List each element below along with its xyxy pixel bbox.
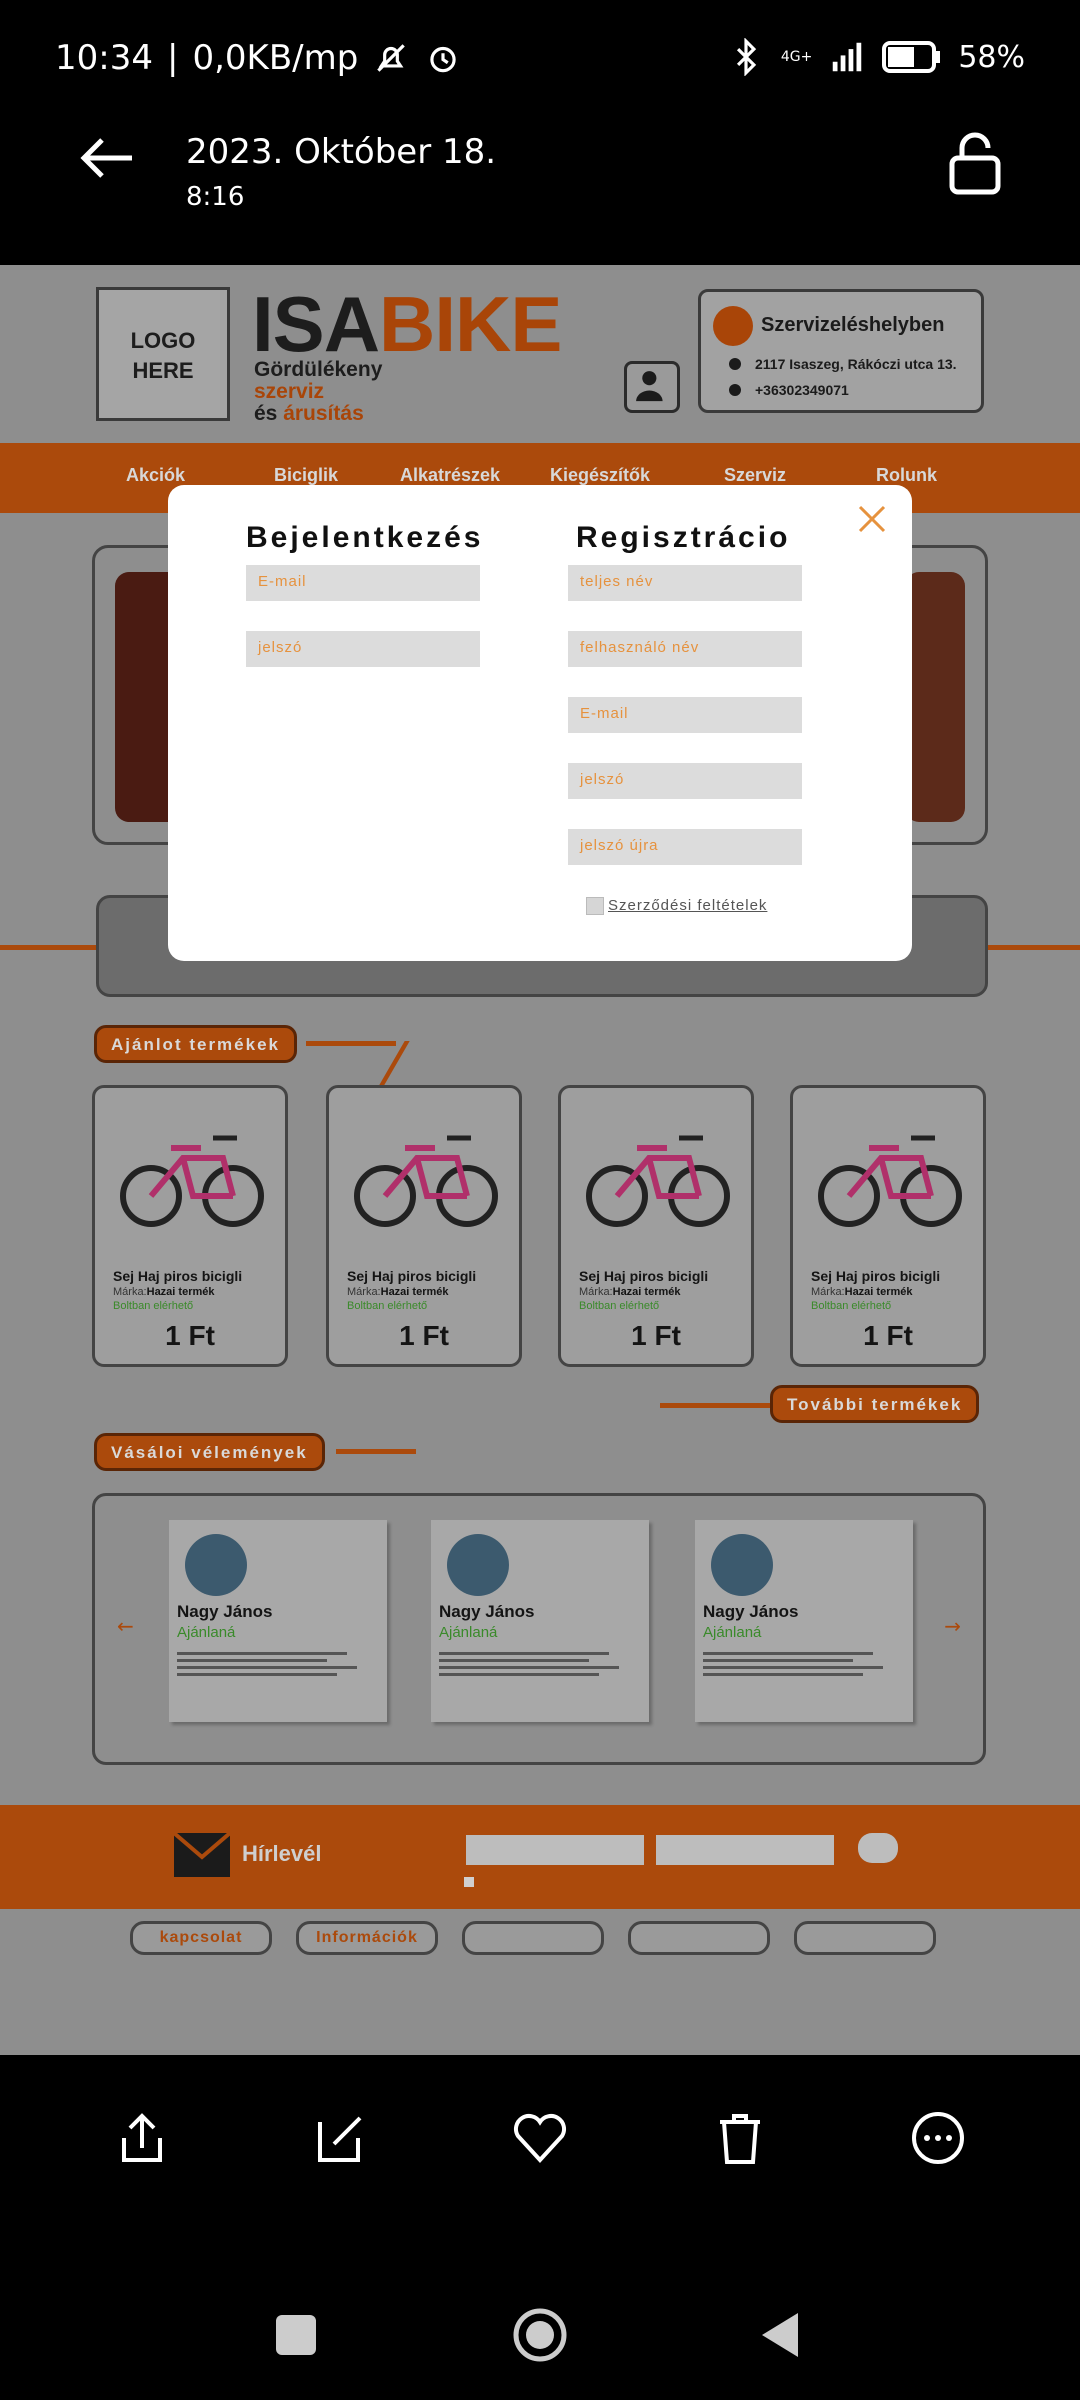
network-type: 4G+ — [780, 49, 813, 65]
favorite-heart-icon[interactable] — [510, 2108, 570, 2168]
home-circle-icon[interactable] — [510, 2305, 570, 2365]
status-left: 10:34 | 0,0KB/mp — [55, 38, 462, 78]
share-icon[interactable] — [112, 2108, 172, 2168]
viewer-header — [0, 100, 1080, 265]
muted-bell-icon — [377, 44, 406, 72]
back-triangle-icon[interactable] — [752, 2305, 812, 2365]
photo-date: 2023. Október 18. — [186, 132, 497, 172]
recents-square-icon[interactable] — [266, 2305, 326, 2365]
network-speed: 0,0KB/mp — [192, 38, 359, 78]
edit-icon[interactable] — [310, 2108, 370, 2168]
status-bar: 10:34 | 0,0KB/mp 4G+ 58% — [0, 0, 1080, 100]
alarm-icon — [430, 46, 456, 73]
signal-icon — [833, 42, 862, 72]
photo-time: 8:16 — [186, 182, 245, 212]
status-divider: | — [166, 38, 179, 78]
delete-trash-icon[interactable] — [710, 2108, 770, 2168]
battery-icon — [882, 41, 941, 73]
battery-level: 58% — [958, 39, 1025, 75]
back-arrow-icon[interactable] — [72, 128, 142, 188]
unlock-icon[interactable] — [940, 128, 1010, 198]
photo-dim — [0, 265, 1080, 2055]
bluetooth-icon — [736, 38, 756, 76]
status-time: 10:34 — [55, 38, 153, 78]
more-options-icon[interactable] — [908, 2108, 968, 2168]
status-right: 4G+ 58% — [727, 38, 1025, 76]
photo-image[interactable]: LOGO HERE ISABIKE Gördülékeny szerviz és… — [0, 265, 1080, 2055]
